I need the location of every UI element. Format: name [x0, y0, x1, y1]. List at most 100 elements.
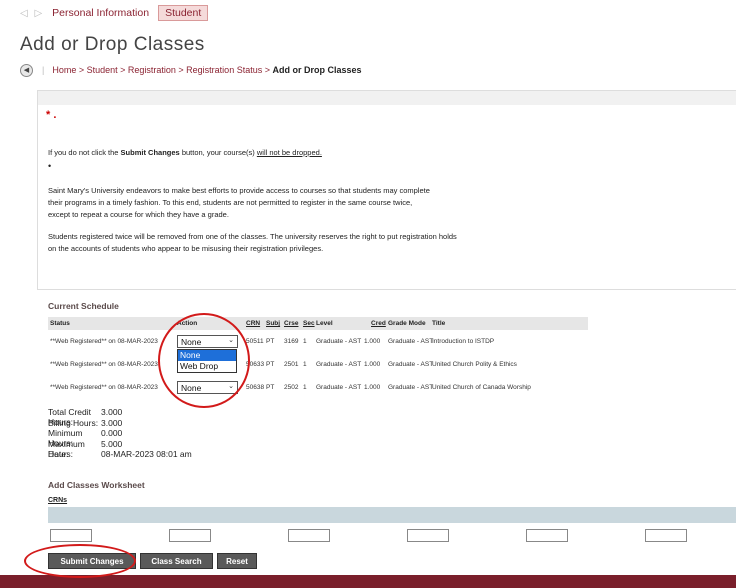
page-title: Add or Drop Classes: [20, 34, 205, 55]
submit-changes-button[interactable]: Submit Changes: [48, 553, 136, 569]
table-row: **Web Registered** on 08-MAR-2023 None ⌄ …: [48, 376, 588, 399]
table-row: **Web Registered** on 08-MAR-2023 None ⌄ …: [48, 330, 588, 353]
row-crse: 2501: [284, 361, 299, 368]
summary-key: Total Credit Hours:: [48, 407, 91, 427]
schedule-header: Status Action CRN Subj Crse Sec Level Cr…: [48, 317, 588, 330]
policy-line-2: their programs in a timely fashion. To t…: [48, 198, 413, 207]
header-subj[interactable]: Subj: [266, 320, 280, 327]
row-crn: 50638: [246, 384, 265, 391]
row-status: **Web Registered** on 08-MAR-2023: [50, 338, 158, 345]
policy-line-3: except to repeat a course for which they…: [48, 210, 229, 219]
row-sec: 1: [303, 384, 307, 391]
reset-button[interactable]: Reset: [217, 553, 257, 569]
current-schedule-title: Current Schedule: [48, 301, 119, 311]
action-select-value: None: [181, 336, 202, 347]
top-nav: ◁ ▷ Personal Information Student: [20, 4, 209, 22]
header-cred[interactable]: Cred: [371, 320, 386, 327]
header-level: Level: [316, 320, 333, 327]
row-title: United Church Polity & Ethics: [432, 361, 517, 368]
summary-row: Date: 08-MAR-2023 08:01 am: [48, 449, 192, 460]
row-grade-mode: Graduate - AST: [388, 361, 434, 368]
crns-label: CRNs: [48, 497, 68, 504]
summary-value: 08-MAR-2023 08:01 am: [101, 449, 192, 459]
summary-key: Billing Hours:: [48, 417, 99, 428]
dropdown-option-none[interactable]: None: [178, 350, 236, 361]
crn-header-bar: [48, 507, 736, 523]
action-select-value: None: [181, 382, 202, 393]
info-panel: * . If you do not click the Submit Chang…: [37, 90, 736, 290]
table-row: **Web Registered** on 08-MAR-2023 50633 …: [48, 353, 588, 376]
policy-line-4: Students registered twice will be remove…: [48, 232, 457, 241]
row-crn: 50511: [246, 338, 264, 345]
header-crn[interactable]: CRN: [246, 320, 260, 327]
row-sec: 1: [303, 361, 307, 368]
breadcrumb: ◀ | Home > Student > Registration > Regi…: [20, 62, 362, 78]
row-crse: 2502: [284, 384, 299, 391]
schedule-table: Status Action CRN Subj Crse Sec Level Cr…: [48, 317, 588, 399]
submit-warning-underline: will not be dropped.: [256, 148, 322, 157]
required-star: * .: [46, 109, 57, 121]
row-cred: 1.000: [364, 361, 381, 368]
class-search-button[interactable]: Class Search: [140, 553, 213, 569]
summary-value: 3.000: [101, 407, 123, 417]
worksheet-title: Add Classes Worksheet: [48, 480, 145, 490]
row-sec: 1: [303, 338, 307, 345]
bullet: •: [48, 161, 52, 171]
crn-input-2[interactable]: [169, 529, 211, 542]
action-dropdown-list[interactable]: None Web Drop: [177, 349, 237, 373]
summary-value: 5.000: [101, 438, 123, 449]
summary-row: Billing Hours: 3.000: [48, 418, 192, 429]
submit-warning-pre: If you do not click the: [48, 148, 121, 157]
tab-personal-information[interactable]: Personal Information: [52, 7, 149, 19]
info-panel-header: [38, 91, 736, 105]
footer-bar: [0, 575, 736, 588]
summary-value: 3.000: [101, 417, 123, 428]
crn-input-4[interactable]: [407, 529, 449, 542]
chevron-down-icon: ⌄: [228, 383, 234, 390]
row-grade-mode: Graduate - AST: [388, 338, 434, 345]
policy-line-5: on the accounts of students who appear t…: [48, 244, 324, 253]
chevron-down-icon: ⌄: [228, 337, 234, 344]
row-subj: PT: [266, 361, 275, 368]
crn-input-3[interactable]: [288, 529, 330, 542]
crn-input-1[interactable]: [50, 529, 92, 542]
row-status: **Web Registered** on 08-MAR-2023: [50, 384, 158, 391]
breadcrumb-current: Add or Drop Classes: [272, 65, 362, 75]
back-arrow-icon[interactable]: ◀: [20, 63, 33, 77]
submit-warning-bold: Submit Changes: [120, 148, 180, 157]
row-level: Graduate - AST: [316, 384, 362, 391]
row-subj: PT: [266, 338, 275, 345]
row-crn: 50633: [246, 361, 265, 368]
breadcrumb-separator: |: [42, 65, 45, 75]
row-title: United Church of Canada Worship: [432, 384, 531, 391]
submit-warning-mid: button, your course(s): [179, 148, 257, 157]
header-grade-mode: Grade Mode: [388, 320, 426, 327]
row-status: **Web Registered** on 08-MAR-2023: [50, 361, 158, 368]
row-cred: 1.000: [364, 338, 381, 345]
row-level: Graduate - AST: [316, 361, 362, 368]
row-grade-mode: Graduate - AST: [388, 384, 434, 391]
header-sec[interactable]: Sec: [303, 320, 315, 327]
policy-line-1: Saint Mary's University endeavors to mak…: [48, 186, 430, 195]
crn-input-6[interactable]: [645, 529, 687, 542]
header-status: Status: [50, 320, 70, 327]
nav-arrows-icon[interactable]: ◁ ▷: [20, 8, 44, 19]
summary-key: Maximum Hours:: [48, 438, 85, 459]
dropdown-option-web-drop[interactable]: Web Drop: [178, 361, 236, 372]
row-cred: 1.000: [364, 384, 381, 391]
header-action: Action: [177, 320, 198, 327]
summary-value: 0.000: [101, 428, 123, 438]
row-crse: 3169: [284, 338, 299, 345]
tab-student[interactable]: Student: [158, 5, 209, 21]
header-crse[interactable]: Crse: [284, 320, 298, 327]
crn-input-5[interactable]: [526, 529, 568, 542]
hours-summary: Total Credit Hours: 3.000 Billing Hours: 3…: [48, 407, 192, 460]
action-select[interactable]: None ⌄: [177, 381, 238, 394]
summary-row: Minimum Hours: 0.000: [48, 428, 192, 448]
row-level: Graduate - AST: [316, 338, 362, 345]
action-select[interactable]: None ⌄: [177, 335, 238, 348]
breadcrumb-path[interactable]: Home > Student > Registration > Registra…: [52, 65, 272, 75]
row-subj: PT: [266, 384, 275, 391]
summary-row: Maximum Hours: 5.000: [48, 438, 192, 459]
summary-key: Minimum Hours:: [48, 428, 83, 448]
